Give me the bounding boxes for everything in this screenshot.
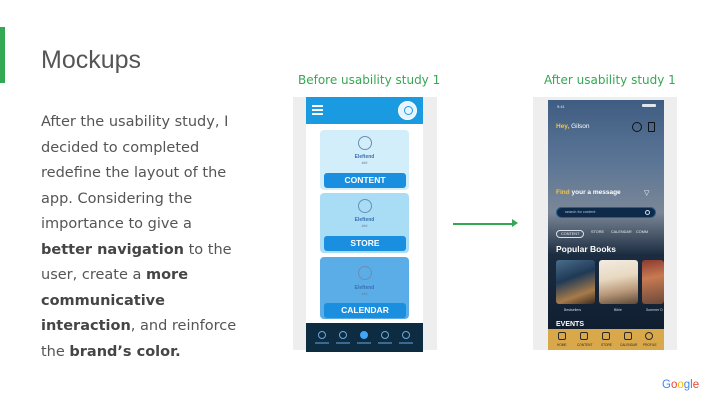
profile-icon (632, 122, 642, 132)
find-rest: your a message (569, 189, 621, 196)
nav-dot-icon (402, 331, 410, 339)
nav-label (357, 342, 371, 344)
profile-icon (645, 332, 653, 340)
user-icon (358, 266, 372, 280)
avatar-icon (398, 101, 417, 120)
greeting-prefix: Hey, (556, 123, 570, 130)
popular-books-title: Popular Books (556, 244, 616, 254)
search-placeholder: search for content (565, 210, 596, 214)
find-highlight: Find (556, 189, 570, 196)
card-sub: ### (361, 292, 368, 296)
card-sub: ### (361, 161, 368, 165)
arrow-right-icon (512, 219, 518, 227)
filter-icon: ▽ (644, 190, 650, 197)
status-time: 9:41 (557, 104, 565, 109)
nav-label-home: HOME (557, 343, 567, 347)
calendar-button: CALENDAR (324, 303, 406, 318)
nav-label-calendar: CALENDAR (620, 343, 638, 347)
accent-bar (0, 27, 5, 83)
card-sub: ### (361, 224, 368, 228)
before-card-calendar: Eleftend ### CALENDAR (320, 257, 409, 319)
tab-calendar: CALENDAR (611, 230, 632, 234)
store-button: STORE (324, 236, 406, 251)
content-button: CONTENT (324, 173, 406, 188)
after-bottom-nav: HOME CONTENT STORE CALENDAR PROFILE (548, 329, 664, 350)
search-icon (645, 210, 650, 215)
book-cover (556, 260, 595, 304)
nav-label (315, 342, 329, 344)
bag-icon (648, 122, 655, 132)
before-bottom-nav (306, 323, 423, 352)
user-icon (358, 199, 372, 213)
body-text-bold: better navigation (41, 241, 184, 258)
body-text-part: After the usability study, I decided to … (41, 114, 229, 232)
greeting: Hey, Gilson (556, 123, 590, 130)
nav-label (378, 342, 392, 344)
find-heading: Find your a message (556, 189, 621, 196)
before-mockup-phone: Eleftend ### CONTENT Eleftend ### STORE … (306, 97, 423, 352)
tab-content: CONTENT (556, 230, 585, 238)
book-cover (599, 260, 638, 304)
nav-dot-icon (318, 331, 326, 339)
caption-before: Before usability study 1 (298, 73, 441, 87)
nav-label-profile: PROFILE (643, 343, 657, 347)
user-icon (358, 136, 372, 150)
events-title: EVENTS (556, 321, 585, 328)
book-label: Bible (614, 308, 622, 312)
nav-label (399, 342, 413, 344)
menu-icon (312, 105, 323, 115)
book-cover (642, 260, 664, 304)
before-top-bar (306, 97, 423, 124)
nav-label (336, 342, 350, 344)
card-name: Eleftend (354, 285, 375, 291)
body-text: After the usability study, I decided to … (41, 110, 246, 365)
before-card-content: Eleftend ### CONTENT (320, 130, 409, 190)
google-logo: Google (662, 379, 700, 391)
nav-label-content: CONTENT (577, 343, 593, 347)
calendar-icon (624, 332, 632, 340)
after-mockup-phone: 9:41 Hey, Gilson Find your a message ▽ s… (548, 100, 664, 350)
nav-dot-icon (339, 331, 347, 339)
body-text-bold: brand’s color. (69, 343, 181, 360)
caption-after: After usability study 1 (544, 73, 676, 87)
store-icon (602, 332, 610, 340)
transition-arrow-line (453, 223, 513, 225)
tab-comm: COMM (636, 230, 649, 234)
nav-dot-icon (381, 331, 389, 339)
nav-dot-active-icon (360, 331, 368, 339)
book-label: Summer D (646, 308, 663, 312)
home-icon (558, 332, 566, 340)
card-name: Eleftend (354, 217, 375, 223)
card-name: Eleftend (354, 154, 375, 160)
battery-icon (642, 104, 656, 107)
tab-store: STORE (591, 230, 605, 234)
greeting-name: Gilson (571, 123, 590, 130)
search-field: search for content (556, 207, 656, 218)
content-icon (580, 332, 588, 340)
before-card-store: Eleftend ### STORE (320, 193, 409, 253)
slide-title: Mockups (41, 46, 142, 74)
book-label: Bestsellers (564, 308, 582, 312)
nav-label-store: STORE (601, 343, 612, 347)
